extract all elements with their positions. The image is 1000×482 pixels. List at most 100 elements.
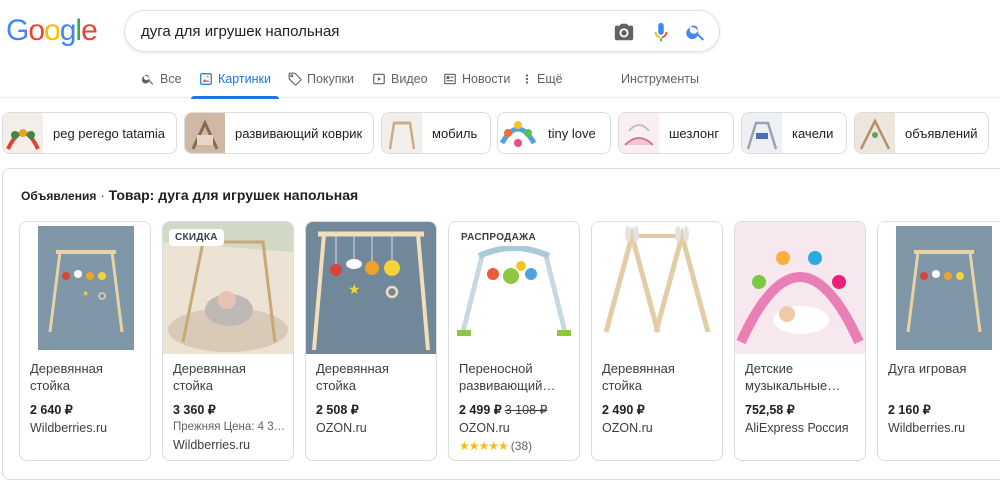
chip-bouncer[interactable]: шезлонг: [618, 112, 734, 154]
product-price: 3 360 ₽: [173, 402, 216, 417]
tools-label: Инструменты: [621, 72, 699, 86]
chip-thumbnail: [742, 113, 782, 153]
product-image: ★: [20, 222, 150, 354]
more-icon: [525, 74, 529, 84]
chip-label: объявлений: [905, 125, 978, 141]
chip-thumbnail: [3, 113, 43, 153]
price-value: 752,58 ₽: [745, 403, 795, 417]
chip-thumbnail: [185, 113, 225, 153]
shopping-ads-panel: Объявления · Товар: дуга для игрушек напол…: [2, 168, 1000, 480]
chip-label: tiny love: [548, 125, 596, 141]
chip-play-mat[interactable]: развивающий коврик: [184, 112, 374, 154]
product-name: Детские музыкальные…: [745, 361, 841, 393]
ads-title: Товар: дуга для игрушек напольная: [108, 187, 359, 203]
search-icon: [141, 74, 154, 85]
mic-icon[interactable]: [650, 21, 672, 43]
product-store: Wildberries.ru: [173, 438, 251, 452]
review-count: (38): [510, 439, 533, 453]
search-icon[interactable]: [685, 21, 707, 43]
chip-label: шезлонг: [669, 125, 720, 141]
previous-price: Прежняя Цена: 4 3…: [173, 421, 286, 433]
google-logo[interactable]: Google: [6, 14, 98, 48]
chip-label: мобиль: [432, 125, 478, 141]
logo-letter: e: [81, 14, 98, 47]
chip-mobile[interactable]: мобиль: [381, 112, 491, 154]
search-tabs: Все Картинки Покупки Видео Новости Ещё И…: [0, 60, 1000, 99]
product-image: ★: [306, 222, 436, 354]
news-icon: [444, 73, 456, 85]
product-card[interactable]: Дуга игровая 2 160 ₽ Wildberries.ru: [877, 221, 1000, 461]
product-store: AliExpress Россия: [745, 421, 849, 435]
chip-thumbnail: [498, 113, 538, 153]
product-image: [592, 222, 722, 354]
chip-swing[interactable]: качели: [741, 112, 847, 154]
product-price: 2 508 ₽: [316, 402, 359, 417]
price-value: 2 499 ₽: [459, 403, 502, 417]
product-card[interactable]: СКИДКА Деревянная стойка тренажер… 3 360…: [162, 221, 294, 461]
product-card[interactable]: Деревянная стойка тренажер… 2 490 ₽ OZON…: [591, 221, 723, 461]
ads-separator: ·: [100, 188, 105, 203]
price-value: 2 640 ₽: [30, 403, 73, 417]
logo-letter: g: [59, 14, 77, 47]
price-value: 2 508 ₽: [316, 403, 359, 417]
tab-more[interactable]: Ещё: [522, 60, 563, 98]
tab-all[interactable]: Все: [141, 60, 182, 98]
camera-icon[interactable]: [613, 21, 635, 43]
related-chips: peg perego tatamia развивающий коврик мо…: [0, 112, 1000, 156]
product-price: 2 499 ₽3 108 ₽: [459, 402, 547, 417]
chip-thumbnail: [382, 113, 422, 153]
price-value: 2 490 ₽: [602, 403, 645, 417]
price-value: 2 160 ₽: [888, 403, 931, 417]
product-store: OZON.ru: [459, 421, 510, 435]
tab-shopping[interactable]: Покупки: [288, 60, 354, 98]
product-image: [878, 222, 1000, 354]
tab-label: Ещё: [537, 72, 563, 86]
product-name: Деревянная стойка тренажер…: [316, 361, 389, 393]
rating-stars: ★★★★★: [459, 439, 509, 453]
tab-label: Видео: [391, 72, 428, 86]
product-card[interactable]: Детские музыкальные… 752,58 ₽ AliExpress…: [734, 221, 866, 461]
product-store: OZON.ru: [316, 421, 367, 435]
product-name: Деревянная стойка тренажер…: [602, 361, 675, 393]
product-card[interactable]: РАСПРОДАЖА Переносной развивающий… 2 499…: [448, 221, 580, 461]
ads-label: Объявления: [21, 189, 97, 203]
product-card[interactable]: ★ Деревянная стойка тренажер… 2 640 ₽ Wi…: [19, 221, 151, 461]
tag-icon: [288, 72, 302, 86]
image-icon: [200, 73, 212, 85]
product-card[interactable]: ★ Деревянная стойка тренажер… 2 508 ₽ OZ…: [305, 221, 437, 461]
product-name: Деревянная стойка тренажер…: [30, 361, 103, 393]
search-box: [124, 10, 720, 52]
product-name: Деревянная стойка тренажер…: [173, 361, 246, 393]
chip-label: peg perego tatamia: [53, 125, 166, 141]
tab-label: Покупки: [307, 72, 355, 86]
product-price: 2 640 ₽: [30, 402, 73, 417]
product-image: [735, 222, 865, 354]
product-name: Дуга игровая: [888, 361, 967, 376]
old-price: 3 108 ₽: [504, 403, 548, 417]
ads-header: Объявления · Товар: дуга для игрушек напол…: [21, 187, 358, 203]
product-price: 2 490 ₽: [602, 402, 645, 417]
chip-thumbnail: [619, 113, 659, 153]
product-price: 2 160 ₽: [888, 402, 931, 417]
tab-images[interactable]: Картинки: [191, 60, 279, 99]
chip-tiny-love[interactable]: tiny love: [497, 112, 611, 154]
sale-badge: РАСПРОДАЖА: [455, 229, 542, 246]
play-icon: [373, 73, 385, 85]
logo-letter: o: [44, 14, 61, 47]
tab-label: Картинки: [218, 72, 271, 86]
product-rating: ★★★★★ (38): [459, 439, 532, 453]
search-input[interactable]: [141, 21, 581, 41]
tab-news[interactable]: Новости: [443, 60, 510, 98]
chip-peg-perego[interactable]: peg perego tatamia: [2, 112, 177, 154]
tab-videos[interactable]: Видео: [372, 60, 428, 98]
svg-text:★: ★: [82, 289, 89, 298]
chip-thumbnail: [855, 113, 895, 153]
product-price: 752,58 ₽: [745, 402, 795, 417]
tab-label: Все: [160, 72, 182, 86]
chip-label: развивающий коврик: [235, 125, 363, 141]
tab-label: Новости: [462, 72, 511, 86]
svg-text:★: ★: [348, 282, 361, 298]
tools-button[interactable]: Инструменты: [621, 60, 699, 98]
price-value: 3 360 ₽: [173, 403, 216, 417]
chip-ads[interactable]: объявлений: [854, 112, 989, 154]
